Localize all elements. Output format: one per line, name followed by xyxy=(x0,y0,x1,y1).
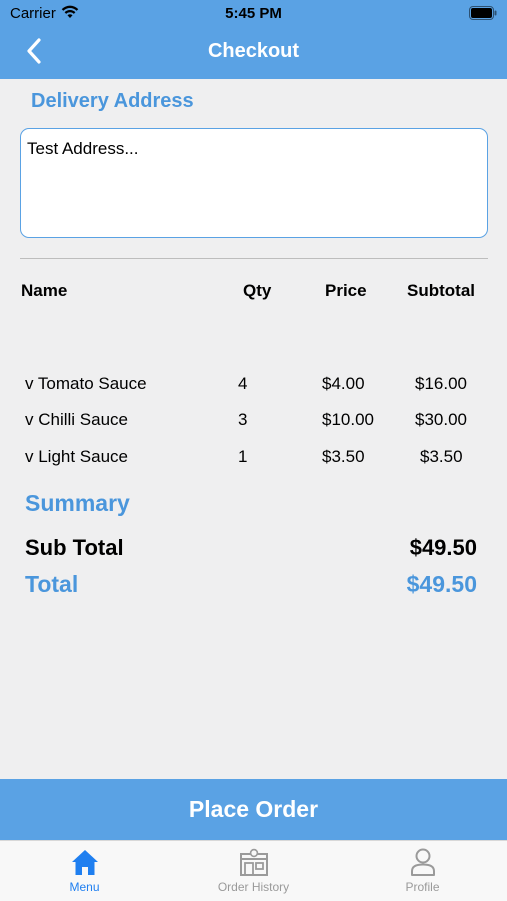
item-qty: 1 xyxy=(238,447,248,466)
divider xyxy=(20,258,488,259)
home-icon xyxy=(71,850,98,875)
delivery-address-heading: Delivery Address xyxy=(31,90,194,112)
tab-profile[interactable]: Profile xyxy=(338,841,507,901)
place-order-button[interactable]: Place Order xyxy=(0,779,507,840)
navigation-bar: Checkout xyxy=(0,28,507,79)
item-subtotal: $30.00 xyxy=(415,410,467,429)
subtotal-value: $49.50 xyxy=(409,535,477,560)
item-price: $4.00 xyxy=(322,374,365,393)
person-icon xyxy=(410,848,435,876)
summary-heading: Summary xyxy=(25,490,130,516)
column-header-subtotal: Subtotal xyxy=(407,281,475,300)
delivery-address-input[interactable]: Test Address... xyxy=(20,128,488,238)
item-qty: 4 xyxy=(238,374,248,393)
battery-icon xyxy=(469,6,497,24)
column-header-price: Price xyxy=(325,281,367,300)
total-label: Total xyxy=(25,571,79,597)
tab-menu[interactable]: Menu xyxy=(0,841,169,901)
tab-order-history-label: Order History xyxy=(217,880,290,894)
item-price: $3.50 xyxy=(322,447,365,466)
item-name: v Light Sauce xyxy=(25,447,129,466)
subtotal-label: Sub Total xyxy=(25,535,124,560)
status-time: 5:45 PM xyxy=(225,5,282,22)
tab-bar: Menu Order History Profile xyxy=(0,840,507,901)
tab-menu-label: Menu xyxy=(69,880,100,894)
shop-icon xyxy=(239,848,268,876)
column-header-name: Name xyxy=(21,281,68,300)
item-subtotal: $3.50 xyxy=(420,447,463,466)
item-name: v Tomato Sauce xyxy=(25,374,147,393)
page-title: Checkout xyxy=(207,40,300,62)
item-qty: 3 xyxy=(238,410,248,429)
item-subtotal: $16.00 xyxy=(415,374,467,393)
tab-profile-label: Profile xyxy=(405,880,440,894)
item-price: $10.00 xyxy=(322,410,374,429)
column-header-qty: Qty xyxy=(243,281,272,300)
status-bar: Carrier 5:45 PM xyxy=(0,0,507,28)
item-name: v Chilli Sauce xyxy=(25,410,128,429)
total-value: $49.50 xyxy=(406,571,477,597)
tab-order-history[interactable]: Order History xyxy=(169,841,338,901)
